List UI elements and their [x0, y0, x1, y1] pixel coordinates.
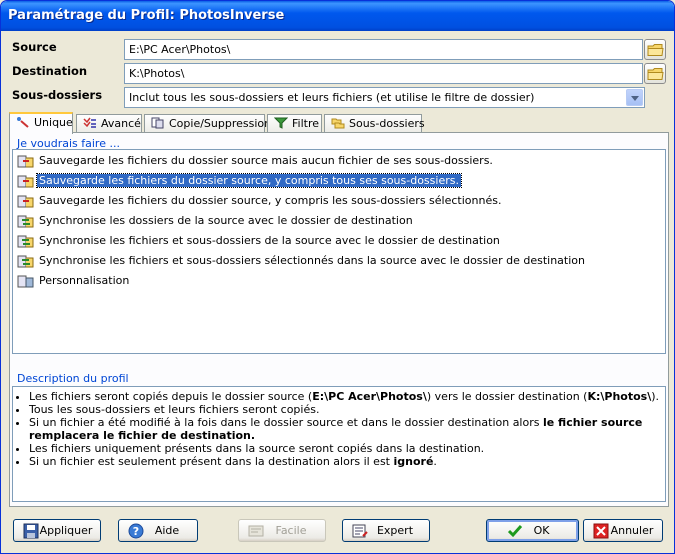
folder-icon [647, 68, 664, 80]
source-path-input[interactable]: E:\PC Acer\Photos\ [124, 39, 643, 60]
tab-subfolders[interactable]: Sous-dossiers [324, 114, 425, 133]
custom-icon [17, 275, 34, 288]
sync-icon [17, 215, 34, 228]
tab-unique[interactable]: Unique [9, 112, 73, 134]
window-title: Paramétrage du Profil: PhotosInverse [8, 8, 285, 23]
description-group-label: Description du profil [16, 372, 130, 385]
source-label: Source [12, 40, 57, 54]
chevron-down-icon[interactable] [626, 89, 643, 106]
browse-source-button[interactable] [644, 39, 666, 60]
subfolders-select[interactable]: Inclut tous les sous-dossiers et leurs f… [124, 87, 645, 108]
tab-panel-unique: Je voudrais faire ... Sauvegarde les fic… [9, 132, 669, 507]
tab-filter[interactable]: Filtre [267, 114, 322, 133]
easy-button[interactable]: Facile [238, 519, 326, 542]
cancel-button[interactable]: Annuler [583, 519, 663, 542]
subfolders-selected-value: Inclut tous les sous-dossiers et leurs f… [129, 91, 535, 104]
profile-options-list: Sauvegarde les fichiers du dossier sourc… [12, 149, 666, 354]
subfolders-label: Sous-dossiers [12, 88, 103, 102]
backup-icon [17, 155, 34, 168]
subfolders-icon [331, 118, 345, 129]
sync-icon [17, 255, 34, 268]
backup-icon [17, 175, 34, 188]
ok-button[interactable]: OK [486, 519, 579, 542]
tab-copy-delete[interactable]: Copie/Suppression [144, 114, 271, 133]
backup-icon [17, 195, 34, 208]
copy-delete-icon [151, 117, 164, 129]
profile-description: Les fichiers seront copiés depuis le dos… [12, 386, 666, 502]
expert-button[interactable]: Expert [342, 519, 430, 542]
sync-icon [17, 235, 34, 248]
title-bar: Paramétrage du Profil: PhotosInverse [1, 1, 674, 31]
browse-destination-button[interactable] [644, 63, 666, 84]
folder-icon [647, 44, 664, 56]
description-line: Si un fichier est seulement présent dans… [29, 455, 661, 468]
description-line: Si un fichier a été modifié à la fois da… [29, 416, 661, 442]
unique-icon [17, 117, 29, 128]
filter-icon [274, 117, 288, 129]
description-line: Les fichiers uniquement présents dans la… [29, 442, 661, 455]
tab-advanced[interactable]: Avancé [76, 114, 142, 133]
profile-settings-window: Paramétrage du Profil: PhotosInverse Sou… [0, 0, 675, 554]
description-line: Les fichiers seront copiés depuis le dos… [29, 390, 661, 403]
destination-path-input[interactable]: K:\Photos\ [124, 63, 643, 84]
apply-button[interactable]: Appliquer [13, 519, 101, 542]
description-line: Tous les sous-dossiers et leurs fichiers… [29, 403, 661, 416]
advanced-icon [83, 117, 96, 128]
help-button[interactable]: ? Aide [118, 519, 198, 542]
destination-label: Destination [12, 64, 88, 78]
